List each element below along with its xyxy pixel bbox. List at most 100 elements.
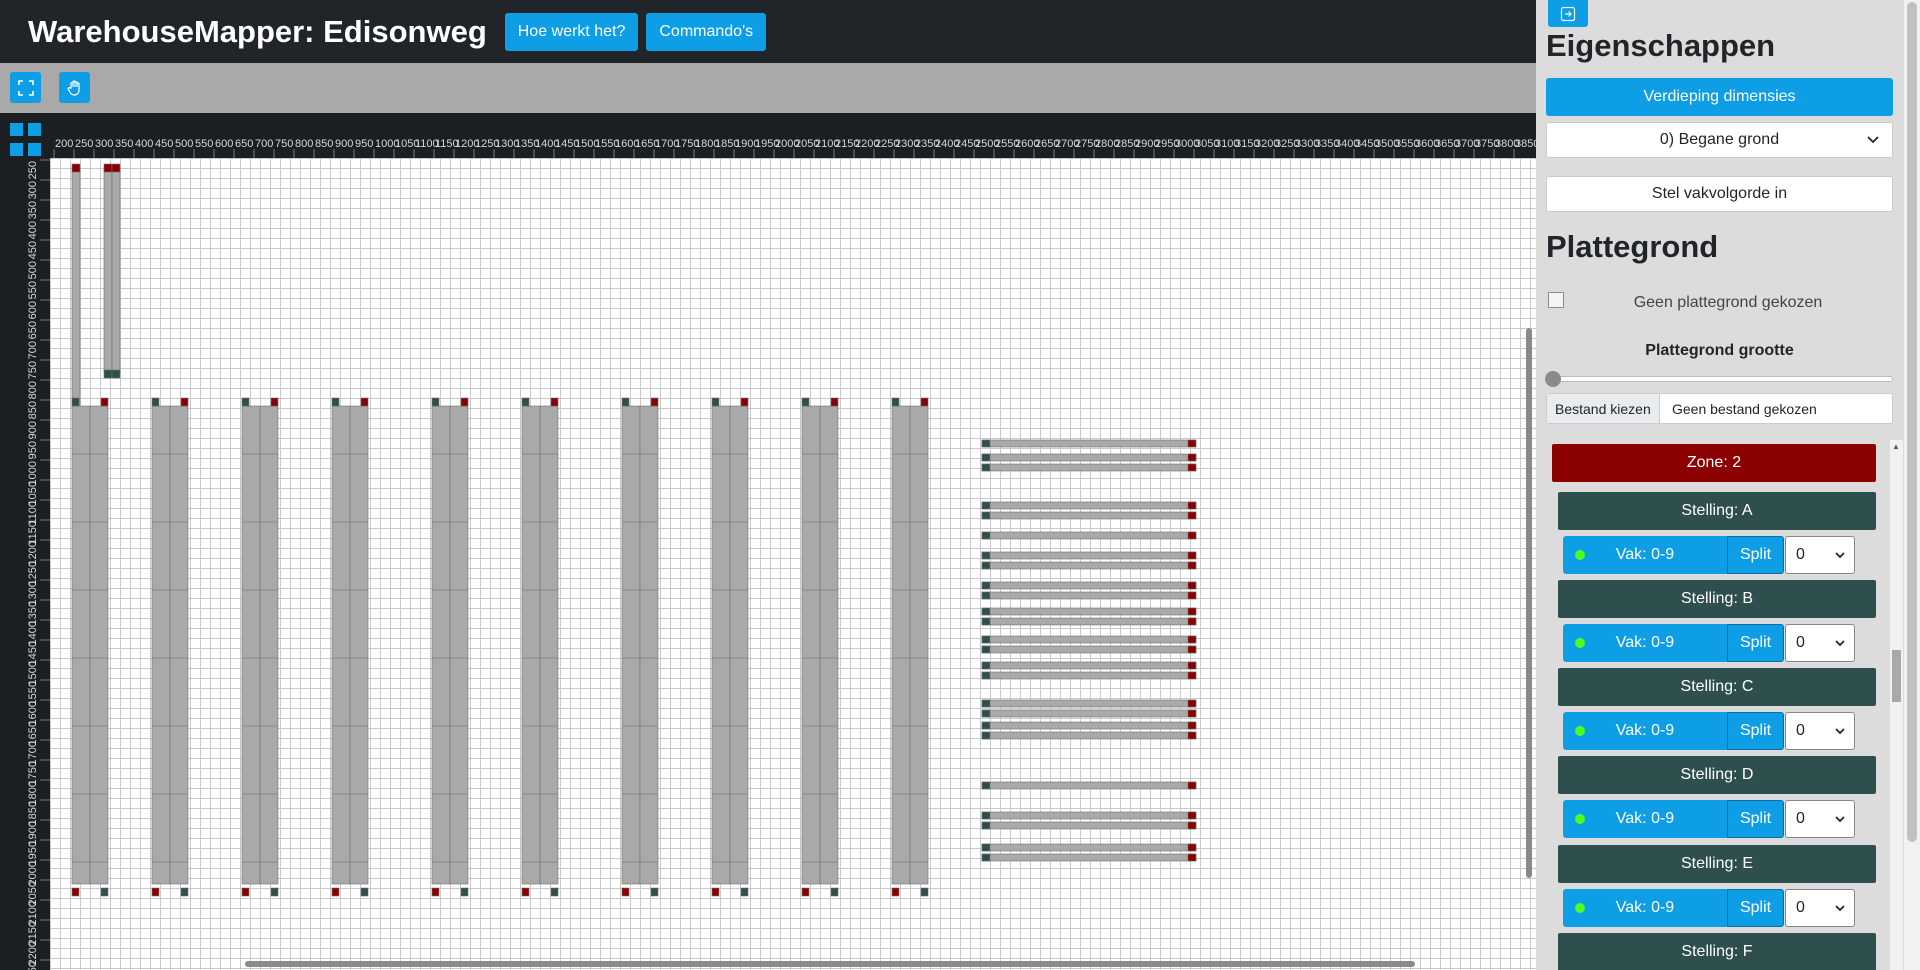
rack-marker[interactable] [331,887,340,897]
rack-marker[interactable] [111,369,121,379]
rack-column[interactable] [819,405,839,885]
floorplan-file-input[interactable]: Bestand kiezen Geen bestand gekozen [1546,393,1893,424]
rack-row[interactable] [981,781,1197,790]
rack-marker[interactable] [891,397,900,407]
rack-marker[interactable] [1187,821,1197,830]
racks-layer[interactable] [50,158,1536,970]
rack-row[interactable] [981,731,1197,740]
help-button[interactable]: Hoe werkt het? [504,12,639,51]
sidebar-scrollbar[interactable] [1904,0,1920,970]
pan-tool-button[interactable] [59,72,90,103]
rack-marker[interactable] [460,887,469,897]
rack-column[interactable] [71,405,91,885]
rack-marker[interactable] [180,887,189,897]
rack-marker[interactable] [1187,853,1197,862]
rack-marker[interactable] [1187,635,1197,644]
stelling-a-header[interactable]: Stelling: A [1558,492,1876,530]
rack-marker[interactable] [981,721,991,730]
rack-marker[interactable] [650,397,659,407]
rack-marker[interactable] [550,887,559,897]
commands-button[interactable]: Commando's [646,12,767,51]
rack-marker[interactable] [521,397,530,407]
rack-marker[interactable] [801,397,810,407]
split-button[interactable]: Split [1727,712,1784,750]
grid-menu-icon[interactable] [0,113,50,158]
rack-marker[interactable] [1187,781,1197,790]
rack-marker[interactable] [1187,721,1197,730]
split-count-select[interactable]: 0 [1785,889,1855,927]
rack-row[interactable] [981,709,1197,718]
rack-marker[interactable] [650,887,659,897]
rack-marker[interactable] [1187,501,1197,510]
rack-marker[interactable] [981,661,991,670]
rack-marker[interactable] [801,887,810,897]
floor-grid[interactable] [50,158,1536,970]
stelling-e-header[interactable]: Stelling: E [1558,845,1876,883]
rack-marker[interactable] [71,163,81,173]
rack-row[interactable] [981,531,1197,540]
rack-row[interactable] [981,645,1197,654]
floor-dimensions-button[interactable]: Verdieping dimensies [1546,78,1893,116]
rack-marker[interactable] [830,887,839,897]
rack-column[interactable] [639,405,659,885]
rack-marker[interactable] [431,397,440,407]
rack-marker[interactable] [1187,511,1197,520]
rack-marker[interactable] [1187,607,1197,616]
rack-column[interactable] [241,405,261,885]
rack-marker[interactable] [981,617,991,626]
zone-header[interactable]: Zone: 2 [1552,444,1876,482]
rack-marker[interactable] [1187,617,1197,626]
rack-column[interactable] [711,405,731,885]
rack-marker[interactable] [431,887,440,897]
rack-marker[interactable] [100,887,109,897]
rack-marker[interactable] [981,781,991,790]
rack-column[interactable] [891,405,911,885]
rack-marker[interactable] [1187,591,1197,600]
floorplan-size-slider[interactable] [1545,371,1893,387]
floor-select[interactable]: 0) Begane grond [1546,122,1893,158]
rack-marker[interactable] [981,531,991,540]
rack-row[interactable] [981,511,1197,520]
rack-column[interactable] [259,405,279,885]
rack-marker[interactable] [151,397,160,407]
rack-column[interactable] [331,405,351,885]
rack-marker[interactable] [1187,731,1197,740]
choose-file-button[interactable]: Bestand kiezen [1547,394,1660,423]
rack-marker[interactable] [1187,561,1197,570]
rack-marker[interactable] [981,709,991,718]
rack-column[interactable] [169,405,189,885]
rack-marker[interactable] [151,887,160,897]
rack-marker[interactable] [71,887,80,897]
rack-marker[interactable] [981,551,991,560]
rack-row[interactable] [981,853,1197,862]
rack-marker[interactable] [1187,811,1197,820]
rack-row[interactable] [981,591,1197,600]
rack-row[interactable] [981,551,1197,560]
rack-marker[interactable] [981,463,991,472]
rack-marker[interactable] [981,821,991,830]
fit-view-button[interactable] [10,72,41,103]
vak-button[interactable]: Vak: 0-9 [1563,624,1727,662]
rack-marker[interactable] [981,607,991,616]
scroll-thumb[interactable] [1892,650,1901,702]
rack-marker[interactable] [331,397,340,407]
split-button[interactable]: Split [1727,536,1784,574]
rack-marker[interactable] [100,397,109,407]
rack-row[interactable] [981,811,1197,820]
rack-marker[interactable] [621,397,630,407]
rack-row[interactable] [981,635,1197,644]
rack-column[interactable] [801,405,821,885]
rack-marker[interactable] [103,369,113,379]
vak-button[interactable]: Vak: 0-9 [1563,536,1727,574]
rack-marker[interactable] [981,581,991,590]
rack-marker[interactable] [460,397,469,407]
rack-row[interactable] [981,821,1197,830]
rack-column[interactable] [89,405,109,885]
warehouse-canvas[interactable]: 200 250 300 350 400 450 500 550 600 650 700 750 800 8… [0,113,1536,970]
vak-button[interactable]: Vak: 0-9 [1563,800,1727,838]
rack-marker[interactable] [981,439,991,448]
rack-marker[interactable] [1187,699,1197,708]
rack-marker[interactable] [1187,531,1197,540]
rack-marker[interactable] [981,453,991,462]
rack-marker[interactable] [981,511,991,520]
